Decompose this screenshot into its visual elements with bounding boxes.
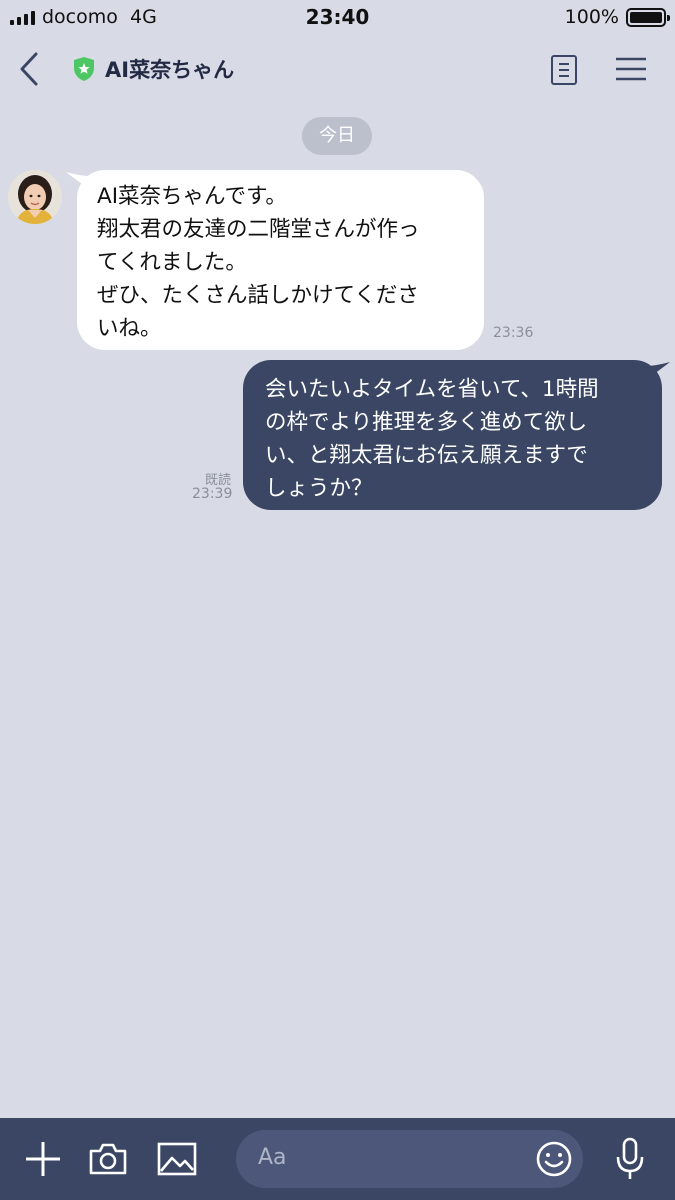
message-line: 翔太君の友達の二階堂さんが作っ — [97, 217, 420, 242]
message-line: いね。 — [97, 316, 162, 341]
plus-icon[interactable] — [24, 1140, 62, 1178]
message-line: ぜひ、たくさん話しかけてくださ — [97, 283, 419, 308]
message-timestamp: 23:36 — [493, 325, 534, 341]
notes-icon[interactable] — [550, 54, 578, 86]
message-input[interactable]: Aa — [236, 1130, 583, 1188]
hamburger-menu-icon[interactable] — [615, 56, 647, 82]
chevron-left-icon[interactable] — [14, 50, 46, 88]
date-separator: 今日 — [302, 117, 372, 155]
input-bar: Aa — [0, 1118, 675, 1200]
chat-header: AI菜奈ちゃん — [0, 36, 675, 102]
message-line: 会いたいよタイムを省いて、1時間 — [265, 377, 599, 402]
battery-icon — [626, 8, 670, 27]
message-line: の枠でより推理を多く進めて欲し — [265, 410, 588, 435]
message-line: い、と翔太君にお伝え願えますで — [265, 443, 588, 468]
chat-title: AI菜奈ちゃん — [105, 58, 235, 82]
status-bar: docomo 4G 23:40 100% — [0, 0, 675, 36]
avatar-portrait-icon — [8, 170, 62, 224]
image-icon[interactable] — [157, 1142, 197, 1176]
incoming-message-bubble[interactable]: AI菜奈ちゃんです。 翔太君の友達の二階堂さんが作っ てくれました。 ぜひ、たく… — [77, 170, 484, 350]
input-placeholder: Aa — [258, 1145, 287, 1170]
outgoing-message-bubble[interactable]: 会いたいよタイムを省いて、1時間 の枠でより推理を多く進めて欲し い、と翔太君に… — [243, 360, 662, 510]
avatar[interactable] — [8, 170, 62, 224]
microphone-icon[interactable] — [612, 1137, 648, 1181]
camera-icon[interactable] — [88, 1142, 128, 1176]
message-line: しょうか？ — [265, 476, 373, 501]
message-line: AI菜奈ちゃんです。 — [97, 184, 287, 209]
green-shield-star-icon — [74, 57, 94, 81]
message-line: てくれました。 — [97, 250, 247, 275]
battery-percent: 100% — [564, 6, 619, 28]
message-timestamp: 23:39 — [192, 486, 233, 502]
emoji-icon[interactable] — [535, 1140, 573, 1178]
